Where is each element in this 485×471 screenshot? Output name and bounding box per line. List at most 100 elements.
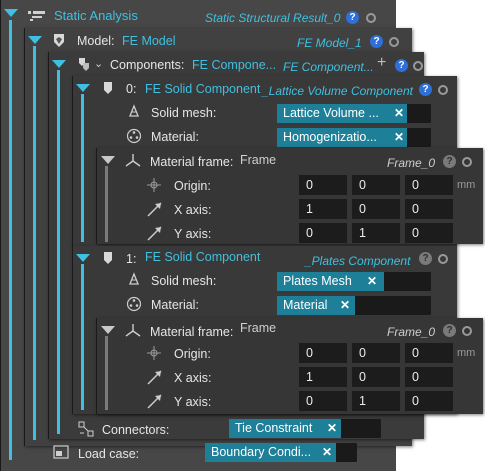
status-ring-icon[interactable] [462, 326, 472, 336]
analysis-title: Static Analysis [54, 8, 138, 23]
x-axis-x-input[interactable]: 1 [299, 199, 347, 219]
help-icon[interactable]: ? [419, 83, 432, 96]
x-axis-x-input[interactable]: 1 [299, 367, 347, 387]
material-frame-value[interactable]: Frame_0 [387, 156, 435, 170]
remove-icon[interactable]: ✕ [391, 104, 407, 123]
material-frame-value[interactable]: Frame_0 [387, 325, 435, 339]
load-case-field[interactable]: Boundary Condi... ✕ [205, 443, 357, 462]
collapse-toggle-icon[interactable] [76, 254, 90, 262]
component-name: FE Solid Component [145, 250, 261, 264]
collapse-toggle-icon[interactable] [28, 36, 42, 44]
collapse-toggle-icon[interactable] [101, 156, 115, 164]
status-ring-icon[interactable] [438, 85, 448, 95]
component-name: FE Solid Component [145, 82, 261, 96]
load-case-icon [53, 445, 69, 459]
model-label: Model: [77, 34, 115, 48]
status-ring-icon[interactable] [462, 157, 472, 167]
origin-z-input[interactable]: 0 [405, 343, 453, 363]
material-frame-name: Frame [240, 321, 277, 335]
components-name: FE Compone... [192, 58, 277, 72]
status-ring-icon[interactable] [413, 61, 423, 71]
origin-z-input[interactable]: 0 [405, 175, 453, 195]
material-label: Material: [151, 130, 199, 144]
mesh-icon [129, 104, 139, 117]
x-axis-z-input[interactable]: 0 [405, 367, 453, 387]
material-field[interactable]: Homogenizatio... ✕ [277, 128, 431, 147]
connectors-field[interactable]: Tie Constraint ✕ [229, 419, 381, 438]
origin-y-input[interactable]: 0 [352, 175, 400, 195]
y-axis-icon [147, 226, 162, 241]
components-label: Components: [110, 58, 185, 72]
help-icon[interactable]: ? [443, 324, 456, 337]
tree-guide-line [9, 20, 12, 460]
load-case-value: Boundary Condi... [205, 443, 336, 462]
origin-y-input[interactable]: 0 [352, 343, 400, 363]
y-axis-x-input[interactable]: 0 [299, 223, 347, 243]
remove-icon[interactable]: ✕ [364, 272, 380, 291]
solid-component-icon [104, 252, 112, 264]
remove-icon[interactable]: ✕ [337, 296, 353, 315]
origin-label: Origin: [174, 347, 211, 361]
solid-mesh-field[interactable]: Plates Mesh ✕ [277, 272, 431, 291]
y-axis-label: Y axis: [174, 395, 212, 409]
tree-guide-line [81, 94, 84, 242]
help-icon[interactable]: ? [346, 11, 359, 24]
tree-guide-line [81, 264, 84, 410]
analysis-value[interactable]: Static Structural Result_0 [205, 11, 340, 25]
x-axis-y-input[interactable]: 0 [352, 199, 400, 219]
material-frame-label: Material frame: [150, 155, 234, 169]
component-value[interactable]: _Lattice Volume Component [262, 84, 413, 98]
help-icon[interactable]: ? [419, 252, 432, 265]
collapse-toggle-icon[interactable] [101, 326, 115, 334]
origin-label: Origin: [174, 179, 211, 193]
collapse-toggle-icon[interactable] [52, 60, 66, 68]
model-icon [54, 34, 64, 47]
y-axis-y-input[interactable]: 1 [352, 223, 400, 243]
status-ring-icon[interactable] [366, 13, 376, 23]
model-value[interactable]: FE Model_1 [297, 36, 362, 50]
tree-guide-line [33, 46, 36, 440]
x-axis-z-input[interactable]: 0 [405, 199, 453, 219]
y-axis-z-input[interactable]: 0 [405, 223, 453, 243]
collapse-toggle-icon[interactable] [4, 9, 18, 17]
y-axis-x-input[interactable]: 0 [299, 391, 347, 411]
help-icon[interactable]: ? [370, 35, 383, 48]
material-icon [126, 128, 142, 144]
x-axis-icon [147, 370, 162, 385]
components-value[interactable]: FE Component... [283, 60, 374, 74]
x-axis-y-input[interactable]: 0 [352, 367, 400, 387]
origin-icon [147, 178, 161, 192]
material-label: Material: [151, 298, 199, 312]
tree-guide-line [105, 336, 108, 410]
status-ring-icon[interactable] [389, 37, 399, 47]
chevron-down-icon[interactable]: ⌄ [94, 57, 103, 70]
material-icon [126, 296, 142, 312]
help-icon[interactable]: ? [443, 155, 456, 168]
origin-x-input[interactable]: 0 [299, 175, 347, 195]
origin-x-input[interactable]: 0 [299, 343, 347, 363]
connector-icon [78, 421, 94, 437]
component-index: 1: [126, 252, 137, 266]
y-axis-z-input[interactable]: 0 [405, 391, 453, 411]
collapse-toggle-icon[interactable] [76, 84, 90, 92]
x-axis-label: X axis: [174, 371, 212, 385]
y-axis-label: Y axis: [174, 227, 212, 241]
material-frame-label: Material frame: [150, 325, 234, 339]
help-icon[interactable]: ? [395, 59, 408, 72]
status-ring-icon[interactable] [438, 254, 448, 264]
origin-icon [147, 346, 161, 360]
solid-component-icon [104, 82, 112, 94]
frame-axes-icon [125, 324, 141, 337]
y-axis-y-input[interactable]: 1 [352, 391, 400, 411]
add-icon[interactable]: + [377, 54, 386, 72]
y-axis-icon [147, 394, 162, 409]
tree-guide-line [105, 166, 108, 242]
solid-mesh-field[interactable]: Lattice Volume ... ✕ [277, 104, 431, 123]
model-name: FE Model [122, 34, 176, 48]
remove-icon[interactable]: ✕ [391, 128, 407, 147]
component-value[interactable]: _Plates Component [305, 254, 410, 268]
remove-icon[interactable]: ✕ [319, 443, 335, 462]
component-index: 0: [126, 82, 137, 96]
remove-icon[interactable]: ✕ [324, 419, 340, 438]
material-field[interactable]: Material ✕ [277, 296, 431, 315]
